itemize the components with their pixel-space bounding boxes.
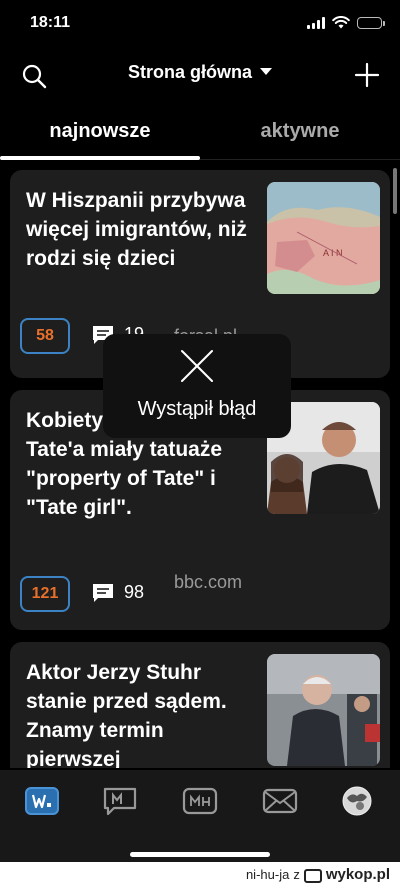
status-icons (307, 16, 385, 29)
comment-count: 98 (124, 582, 145, 602)
watermark-brand: wykop.pl (325, 866, 390, 883)
watermark-footer: ni-hu-ja z wykop.pl (0, 862, 400, 886)
article-feed[interactable]: W Hiszpanii przybywa więcej imigrantów, … (0, 168, 400, 768)
cellular-signal-icon (307, 16, 325, 29)
caret-down-icon (260, 67, 272, 75)
watermark-separator: z (293, 867, 300, 882)
page-title-dropdown[interactable]: Strona główna (0, 62, 400, 83)
error-message: Wystąpił błąd (137, 398, 257, 420)
comment-icon (93, 583, 113, 602)
article-thumbnail-map[interactable]: A I N (267, 182, 380, 294)
tab-selection-indicator (0, 156, 200, 160)
vote-counter[interactable]: 58 (20, 318, 70, 354)
article-title[interactable]: W Hiszpanii przybywa więcej imigrantów, … (26, 186, 256, 273)
vote-counter[interactable]: 121 (20, 576, 70, 612)
tab-active[interactable]: aktywne (200, 120, 400, 143)
error-toast: Wystąpił błąd (103, 334, 291, 438)
article-card[interactable]: Aktor Jerzy Stuhr stanie przed sądem. Zn… (10, 642, 390, 768)
home-feed-icon[interactable] (24, 786, 60, 816)
article-source[interactable]: bbc.com (174, 570, 244, 594)
status-bar: 18:11 (0, 0, 400, 50)
watermark-user: ni-hu-ja (245, 867, 290, 882)
article-title[interactable]: Aktor Jerzy Stuhr stanie przed sądem. Zn… (26, 658, 256, 768)
svg-text:A I N: A I N (323, 248, 343, 258)
messages-icon[interactable] (262, 786, 298, 816)
wykop-logo-icon (303, 868, 322, 883)
home-indicator (130, 852, 270, 857)
wifi-icon (332, 16, 350, 29)
profile-avatar-icon[interactable] (340, 786, 374, 816)
mirko-icon[interactable] (182, 786, 218, 816)
page-title: Strona główna (127, 62, 252, 82)
scrollbar[interactable] (393, 168, 397, 214)
plus-icon[interactable] (354, 62, 380, 88)
status-time: 18:11 (30, 14, 71, 31)
comments-link[interactable]: 98 (92, 582, 144, 603)
top-nav: Strona główna (0, 50, 400, 102)
tab-latest[interactable]: najnowsze (0, 120, 200, 143)
article-thumbnail-photo[interactable] (267, 654, 380, 766)
microblog-icon[interactable] (102, 786, 138, 816)
tab-bar: najnowsze aktywne (0, 108, 400, 160)
battery-icon (357, 16, 385, 29)
watermark: ni-hu-ja z wykop.pl (246, 866, 390, 883)
close-icon (181, 350, 213, 382)
